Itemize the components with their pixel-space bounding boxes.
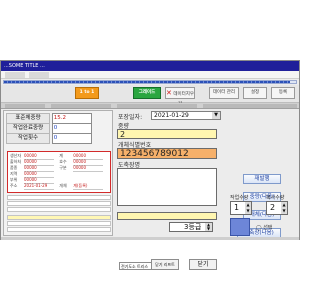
memo-line[interactable] — [7, 221, 111, 226]
data-manage-button[interactable]: 데이터 관리 — [209, 87, 239, 99]
menu-item[interactable] — [29, 72, 49, 78]
weight-field[interactable]: 2 — [117, 129, 217, 139]
info-key: 개체 — [59, 183, 67, 188]
copies-spinner[interactable]: 2 ▲ ▼ — [266, 201, 288, 215]
one-to-one-button[interactable]: 1 to 1 — [75, 87, 99, 99]
print-count-label: 작업수량 — [230, 195, 249, 201]
pack-date-label: 포장일자: — [118, 114, 143, 121]
memo-line[interactable] — [7, 201, 111, 206]
menu-item[interactable] — [5, 72, 25, 78]
spinner-arrows-icon[interactable]: ▲ ▼ — [281, 202, 287, 214]
info-value[interactable]: 2021-01-29 — [24, 183, 54, 190]
settings-label: 설정 — [250, 90, 260, 95]
window-title: ...SOME TITLE ... — [1, 61, 299, 71]
memo-line[interactable] — [7, 227, 111, 232]
status-segment — [5, 104, 45, 108]
menu-bar — [1, 71, 299, 79]
status-segment — [203, 104, 297, 108]
progress-bar — [3, 80, 297, 84]
pack-date-picker[interactable]: 2021-01-29 ▼ — [151, 111, 221, 120]
close-button[interactable]: 닫기 — [189, 259, 217, 270]
select-label: 선택 — [263, 225, 273, 231]
grade-value: 3등급 — [184, 223, 202, 231]
slaughterhouse-field[interactable] — [117, 168, 217, 206]
register-button[interactable]: 등록 — [271, 87, 295, 99]
print-count-value: 1 — [234, 203, 240, 212]
copies-label: 복사수량 — [266, 195, 285, 201]
memo-line[interactable] — [7, 215, 111, 220]
progress-fill — [4, 81, 291, 83]
status-row — [1, 103, 299, 109]
one-to-one-label: 1 to 1 — [79, 90, 95, 95]
status-segment — [117, 104, 197, 108]
close-lift-button[interactable]: 닫기 리프트 — [151, 259, 179, 270]
notes-field[interactable] — [117, 212, 217, 220]
work-count-value: 0 — [51, 133, 92, 144]
memo-line[interactable] — [7, 195, 111, 200]
data-manage-label: 데이터 관리 — [212, 90, 236, 95]
grade-button[interactable]: 그레이드 — [133, 87, 161, 99]
clear-data-button[interactable]: ✕ 데이터지우기 — [165, 87, 195, 107]
animal-id-field[interactable]: 123456789012 — [117, 148, 217, 159]
register-label: 등록 — [278, 90, 288, 95]
total-weight-row: 표준체중량 15.2 — [6, 113, 92, 124]
print-button[interactable] — [230, 218, 250, 236]
chevron-down-icon[interactable]: ▼ — [212, 112, 220, 119]
pack-date-value: 2021-01-29 — [154, 112, 189, 119]
accum-weight-row: 작업완료중량 0 — [6, 123, 92, 134]
info-key: 주소 — [10, 183, 18, 188]
grade-label: 그레이드 — [138, 90, 156, 95]
work-count-row: 작업횟수 0 — [6, 133, 92, 144]
spinner-arrows-icon[interactable]: ▲ ▼ — [245, 202, 251, 214]
reprint-button[interactable]: 재발행 — [243, 174, 281, 184]
work-count-label: 작업횟수 — [6, 133, 50, 144]
toolbar: 1 to 1 그레이드 ✕ 데이터지우기 데이터 관리 설정 등록 — [1, 85, 299, 107]
memo-line[interactable] — [7, 207, 111, 212]
close-icon: ✕ — [166, 89, 172, 97]
info-value[interactable]: 계(등록) — [73, 183, 104, 190]
info-box: 생산자 00000 계 00000 출하처 00000 호수 00000 품종 00000… — [7, 151, 111, 193]
select-row: ◯ 선택 — [256, 224, 272, 231]
middle-panel: 포장일자: 2021-01-29 ▼ 중량 2 개체식별번호 123456789… — [115, 110, 225, 270]
settings-button[interactable]: 설정 — [243, 87, 267, 99]
grade-select[interactable]: 3등급 ▲ ▼ — [169, 222, 213, 232]
print-controls: 작업수량 복사수량 1 ▲ ▼ 2 ▲ ▼ ◯ 선택 — [226, 194, 298, 238]
copies-value: 2 — [270, 203, 276, 212]
print-count-spinner[interactable]: 1 ▲ ▼ — [230, 201, 252, 215]
status-segment — [51, 104, 111, 108]
spinner-arrows-icon[interactable]: ▲ ▼ — [205, 223, 212, 231]
radio-icon[interactable]: ◯ — [256, 225, 262, 231]
memo-lines — [7, 195, 111, 233]
left-panel: 표준체중량 15.2 작업완료중량 0 작업횟수 0 생산자 00000 계 000… — [3, 110, 113, 236]
